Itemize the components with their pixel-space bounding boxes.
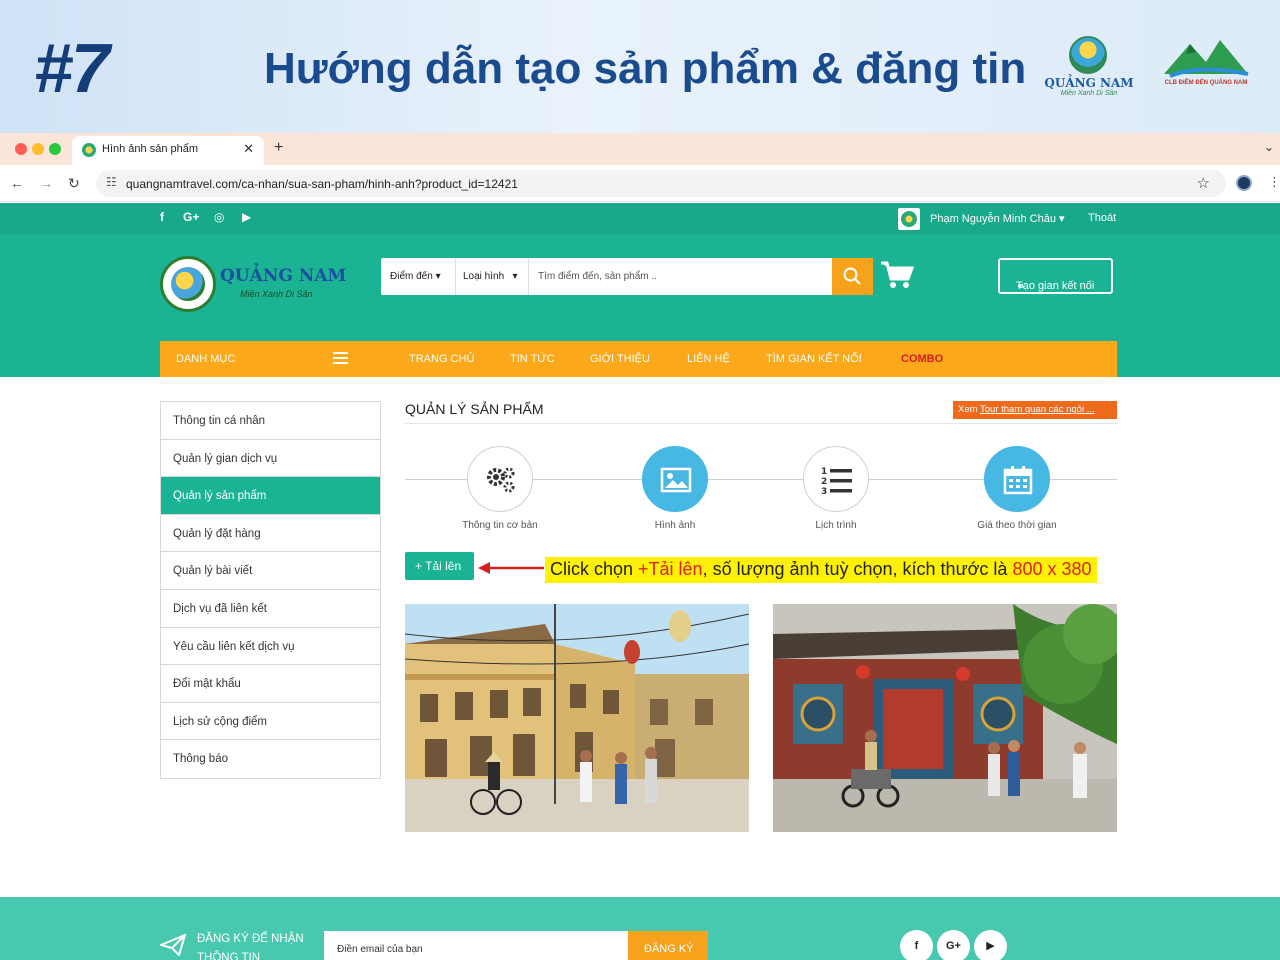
- svg-text:2: 2: [821, 477, 827, 487]
- quang-nam-logo-name: QUẢNG NAM: [1044, 76, 1134, 90]
- caret-down-icon: ▾: [1059, 213, 1065, 225]
- calendar-icon: [1003, 466, 1033, 495]
- new-tab-icon[interactable]: +: [274, 139, 283, 157]
- step-label-basic-info: Thông tin cơ bản: [462, 520, 538, 531]
- main-menu: DANH MỤC TRANG CHỦ TIN TỨC GIỚI THIỆU LI…: [160, 341, 1117, 377]
- destination-select[interactable]: Điểm đến ▾: [390, 271, 441, 282]
- numbered-list-icon: 1 2 3: [821, 467, 852, 496]
- svg-text:1: 1: [821, 467, 827, 477]
- account-sidebar: Thông tin cá nhân Quản lý gian dịch vụ Q…: [160, 401, 381, 779]
- profile-avatar-icon[interactable]: [1236, 175, 1252, 191]
- menu-item-news[interactable]: TIN TỨC: [510, 353, 555, 365]
- search-icon: [843, 267, 861, 285]
- sidebar-item-posts[interactable]: Quản lý bài viết: [161, 552, 380, 590]
- step-itinerary[interactable]: 1 2 3: [803, 446, 869, 512]
- paper-plane-icon: [160, 934, 186, 956]
- step-label-images: Hình ảnh: [654, 520, 696, 531]
- search-bar: Điểm đến ▾ Loại hình ▾ Tìm điểm đến, sản…: [381, 258, 873, 295]
- image-icon: [660, 467, 692, 493]
- youtube-icon[interactable]: ▶: [242, 210, 251, 224]
- user-avatar[interactable]: [898, 208, 920, 230]
- window-close-button[interactable]: [15, 143, 27, 155]
- browser-menu-icon[interactable]: ⋮: [1268, 174, 1280, 190]
- svg-text:3: 3: [821, 487, 827, 496]
- create-connection-button[interactable]: ⚭ Tạo gian kết nối: [998, 258, 1113, 294]
- search-button[interactable]: [832, 258, 873, 295]
- user-menu[interactable]: Phạm Nguyễn Minh Châu ▾: [930, 212, 1065, 225]
- sidebar-item-notifications[interactable]: Thông báo: [161, 740, 380, 778]
- title-divider: [405, 423, 1117, 424]
- email-input[interactable]: Điền email của bạn: [324, 931, 628, 960]
- plus-icon: +: [415, 559, 423, 573]
- sidebar-item-personal-info[interactable]: Thông tin cá nhân: [161, 402, 380, 440]
- sidebar-item-link-requests[interactable]: Yêu cầu liên kết dịch vụ: [161, 628, 380, 666]
- banner-title: Hướng dẫn tạo sản phẩm & đăng tin: [264, 44, 1027, 93]
- step-images[interactable]: [642, 446, 708, 512]
- tab-list-chevron-icon[interactable]: ⌄: [1264, 140, 1274, 154]
- window-maximize-button[interactable]: [49, 143, 61, 155]
- product-image-1[interactable]: [405, 604, 749, 832]
- view-tour-link[interactable]: Xem Tour tham quan các ngôi ...: [953, 401, 1117, 419]
- site-slogan: Miền Xanh Di Sản: [240, 289, 313, 299]
- menu-item-about[interactable]: GIỚI THIỆU: [590, 353, 650, 365]
- sidebar-item-change-password[interactable]: Đổi mật khẩu: [161, 665, 380, 703]
- forward-icon[interactable]: →: [39, 175, 53, 191]
- step-basic-info[interactable]: [467, 446, 533, 512]
- instruction-note: Click chọn +Tải lên, số lượng ảnh tuỳ ch…: [545, 557, 1097, 583]
- instagram-icon[interactable]: ◎: [214, 210, 224, 224]
- site-settings-icon[interactable]: ☷: [106, 175, 117, 189]
- quang-nam-logo: QUẢNG NAM Miền Xanh Di Sản: [1044, 34, 1134, 102]
- site-name[interactable]: QUẢNG NAM: [220, 266, 346, 286]
- subscribe-button[interactable]: ĐĂNG KÝ: [628, 931, 708, 960]
- sidebar-item-products[interactable]: Quản lý sản phẩm: [161, 477, 380, 515]
- sidebar-item-points-history[interactable]: Lịch sử cộng điểm: [161, 703, 380, 741]
- step-pricing[interactable]: [984, 446, 1050, 512]
- category-menu[interactable]: DANH MỤC: [176, 353, 235, 365]
- sidebar-item-linked-services[interactable]: Dịch vụ đã liên kết: [161, 590, 380, 628]
- footer-google-plus-icon[interactable]: G+: [937, 930, 970, 960]
- google-plus-icon[interactable]: G+: [183, 210, 199, 224]
- reload-icon[interactable]: ↻: [68, 175, 80, 192]
- tutorial-banner: #7 Hướng dẫn tạo sản phẩm & đăng tin QUẢ…: [0, 0, 1280, 133]
- quang-nam-logo-slogan: Miền Xanh Di Sản: [1060, 90, 1118, 97]
- user-name: Phạm Nguyễn Minh Châu: [930, 213, 1056, 225]
- sidebar-item-orders[interactable]: Quản lý đặt hàng: [161, 515, 380, 553]
- menu-item-find-connection[interactable]: TÌM GIAN KẾT NỐI: [766, 353, 862, 365]
- cart-icon[interactable]: [880, 260, 914, 290]
- sidebar-item-service-booths[interactable]: Quản lý gian dịch vụ: [161, 440, 380, 478]
- subscribe-heading: ĐĂNG KÝ ĐỂ NHẬN THÔNG TIN: [197, 933, 304, 960]
- address-url[interactable]: quangnamtravel.com/ca-nhan/sua-san-pham/…: [126, 177, 518, 191]
- step-label-itinerary: Lịch trình: [815, 520, 857, 531]
- page-title: QUẢN LÝ SẢN PHẨM: [405, 401, 544, 417]
- pointer-arrow-icon: [478, 562, 544, 574]
- step-label-pricing: Giá theo thời gian: [977, 520, 1057, 531]
- type-select[interactable]: Loại hình ▾: [463, 271, 518, 282]
- menu-item-contact[interactable]: LIÊN HỆ: [687, 353, 730, 365]
- back-icon[interactable]: ←: [10, 175, 24, 191]
- browser-tab[interactable]: Hình ảnh sản phẩm ✕: [72, 136, 264, 165]
- menu-item-combo[interactable]: COMBO: [901, 353, 943, 365]
- bookmark-star-icon[interactable]: ☆: [1197, 174, 1210, 192]
- hamburger-icon[interactable]: [333, 352, 348, 367]
- footer-facebook-icon[interactable]: f: [900, 930, 933, 960]
- footer-youtube-icon[interactable]: ▶: [974, 930, 1007, 960]
- address-bar[interactable]: ☷ quangnamtravel.com/ca-nhan/sua-san-pha…: [96, 170, 1226, 197]
- step-number: #7: [34, 29, 110, 107]
- clb-logo: CLB ĐIỂM ĐẾN QUẢNG NAM: [1160, 36, 1252, 92]
- mountain-icon: [1164, 40, 1249, 78]
- facebook-icon[interactable]: f: [160, 210, 164, 224]
- menu-item-home[interactable]: TRANG CHỦ: [409, 353, 474, 365]
- product-image-2[interactable]: [773, 604, 1117, 832]
- favicon-icon: [82, 143, 96, 157]
- window-minimize-button[interactable]: [32, 143, 44, 155]
- browser-tab-title: Hình ảnh sản phẩm: [102, 143, 199, 155]
- clb-logo-text: CLB ĐIỂM ĐẾN QUẢNG NAM: [1164, 80, 1248, 86]
- logout-link[interactable]: Thoát: [1088, 212, 1116, 224]
- quang-nam-logo-emblem: [1069, 36, 1107, 74]
- tab-close-icon[interactable]: ✕: [243, 141, 254, 157]
- site-logo[interactable]: [160, 256, 216, 312]
- upload-button[interactable]: + Tải lên: [405, 552, 474, 580]
- search-input[interactable]: Tìm điểm đến, sản phẩm ..: [538, 271, 657, 282]
- gears-icon: [487, 467, 515, 493]
